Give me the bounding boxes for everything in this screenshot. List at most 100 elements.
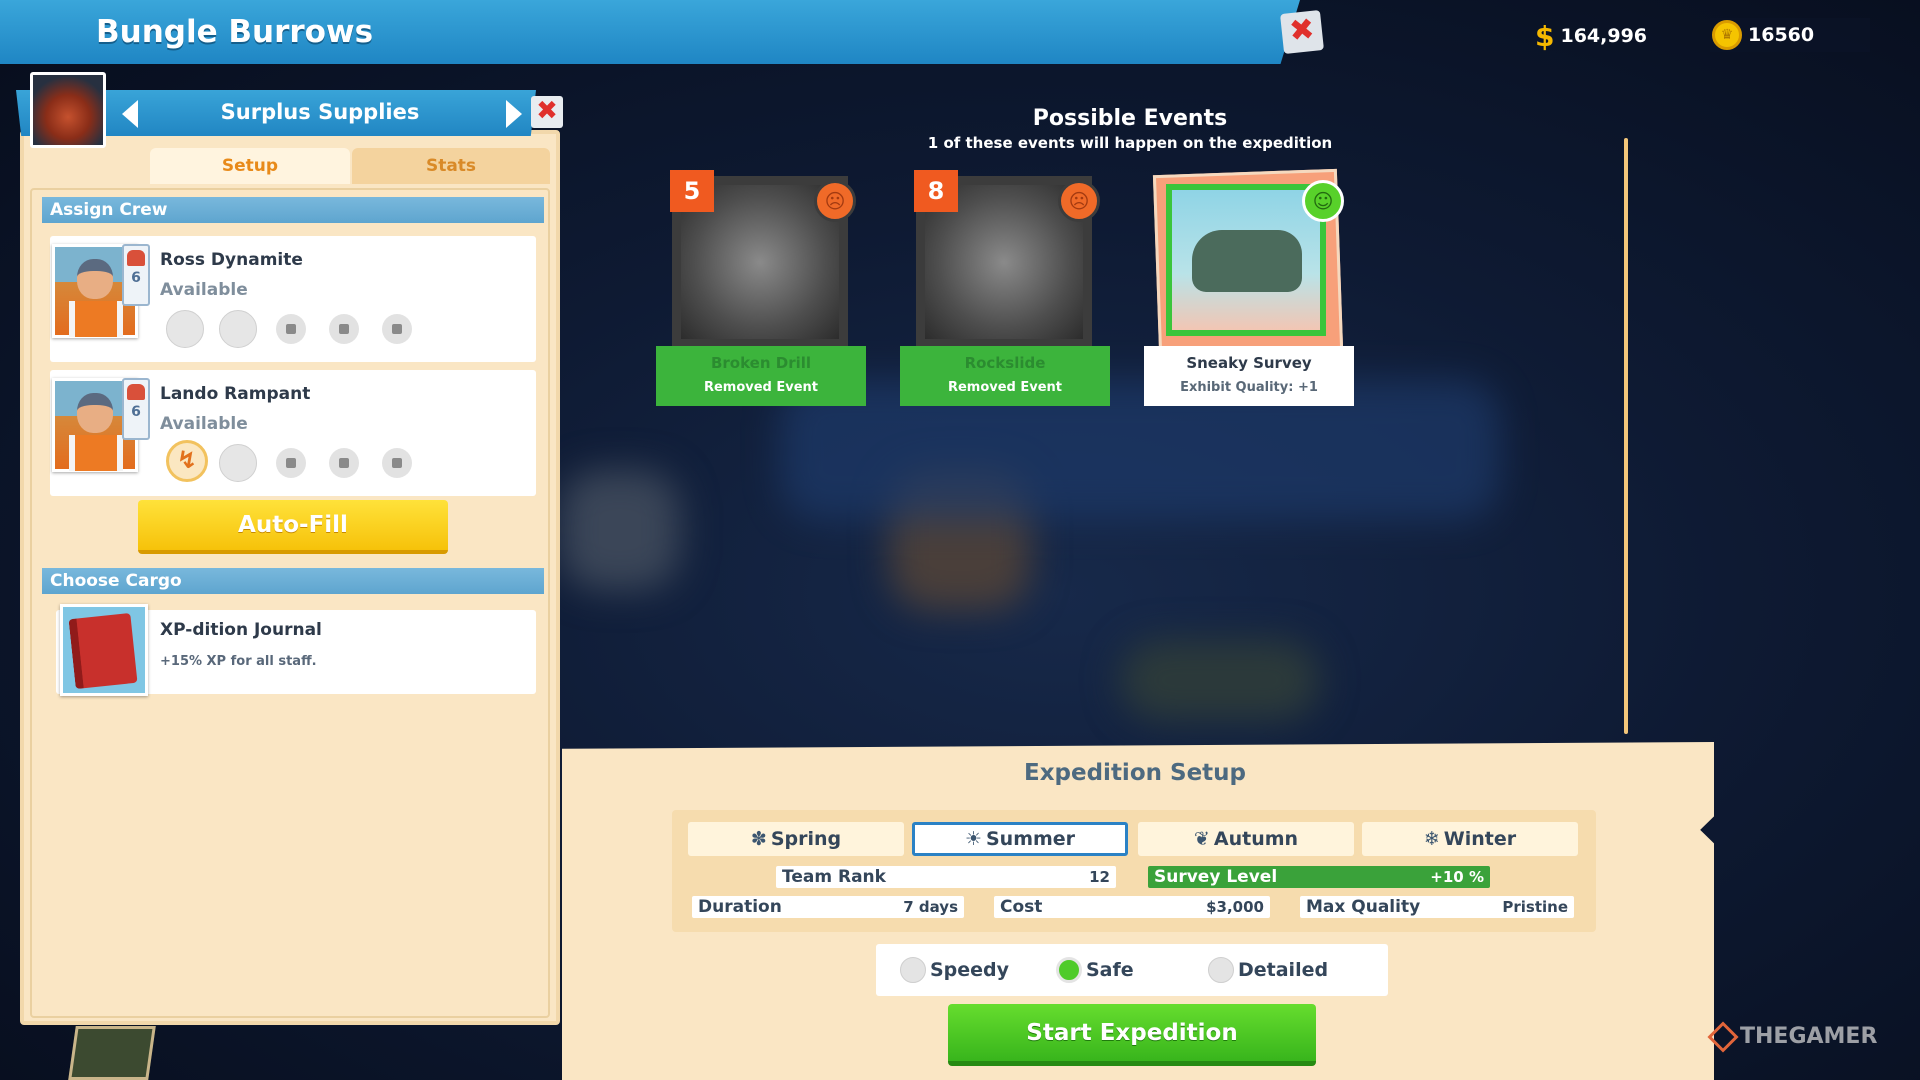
coin-icon: ♛ [1712,20,1742,50]
lock-icon [276,314,306,344]
rank-badge: 6 [122,378,150,440]
helicopter-icon [1192,230,1302,292]
duration-value: 7 days [903,898,958,916]
panel-close-icon[interactable]: ✖ [531,96,563,128]
season-label: Autumn [1213,828,1299,850]
event-effect: Removed Event [703,380,819,395]
watermark: THEGAMER [1707,1020,1878,1053]
mode-detailed[interactable]: Detailed [1208,954,1328,986]
crew-name: Lando Rampant [160,384,311,404]
lock-icon [382,448,412,478]
event-effect: Exhibit Quality: +1 [1180,380,1318,395]
max-quality-field: Max Quality Pristine [1300,896,1574,918]
location-title: Bungle Burrows [96,14,374,50]
event-label: Broken Drill Removed Event [656,346,866,406]
radio-button[interactable] [1056,957,1082,983]
radio-button[interactable] [1208,957,1234,983]
season-autumn[interactable]: ❦ Autumn [1138,822,1354,856]
skill-slot[interactable] [219,444,257,482]
season-spring[interactable]: ✽ Spring [688,822,904,856]
crew-name: Ross Dynamite [160,250,303,270]
auto-fill-button[interactable]: Auto-Fill [138,500,448,554]
season-label: Spring [770,828,842,850]
event-name: Rockslide [964,354,1046,372]
leaf-icon: ❦ [1193,828,1210,850]
rank-value: 6 [131,270,141,286]
radio-button[interactable] [900,957,926,983]
event-number: 5 [670,170,714,212]
expedition-name: Surplus Supplies [220,100,420,124]
close-icon[interactable]: ✖ [1280,10,1324,54]
season-winter[interactable]: ❄ Winter [1362,822,1578,856]
angry-face-icon: ☹ [1058,180,1100,222]
background-blob [560,470,680,590]
event-number: 8 [914,170,958,212]
mode-label: Speedy [930,959,1010,981]
event-label: Rockslide Removed Event [900,346,1110,406]
lock-icon [329,314,359,344]
map-card-thumbnail[interactable] [68,1026,156,1080]
survey-level-value: +10 % [1430,868,1484,886]
mode-label: Safe [1086,959,1134,981]
hard-hat-icon [127,384,145,400]
events-scrollbar[interactable] [1624,138,1628,734]
start-expedition-button[interactable]: Start Expedition [948,1004,1316,1066]
survey-level-field: Survey Level +10 % [1148,866,1490,888]
skill-icon[interactable]: ↯ [166,440,208,482]
coins-value: 16560 [1748,24,1815,46]
event-name: Broken Drill [710,354,812,372]
choose-cargo-header: Choose Cargo [42,568,544,594]
money-value: 164,996 [1560,25,1648,47]
coins-display: ♛ 16560 [1710,18,1870,52]
team-rank-field: Team Rank 12 [776,866,1116,888]
assign-crew-header: Assign Crew [42,197,544,223]
spring-icon: ✽ [750,828,767,850]
sun-icon: ☀ [964,828,982,850]
next-arrow-icon[interactable] [506,100,522,128]
lock-icon [382,314,412,344]
crew-status: Available [160,280,248,300]
thegamer-logo-icon [1707,1020,1739,1053]
max-quality-value: Pristine [1502,898,1568,916]
mode-safe[interactable]: Safe [1056,954,1134,986]
lock-icon [276,448,306,478]
tab-stats[interactable]: Stats [352,148,550,184]
cost-field: Cost $3,000 [994,896,1270,918]
team-rank-label: Team Rank [782,867,886,887]
cargo-name: XP-dition Journal [160,620,322,640]
cost-value: $3,000 [1206,898,1264,916]
skill-slot[interactable] [166,310,204,348]
rank-value: 6 [131,404,141,420]
dollar-icon: $ [1535,19,1555,53]
survey-level-label: Survey Level [1154,867,1278,887]
event-card[interactable]: ☺ Sneaky Survey Exhibit Quality: +1 [1144,140,1354,406]
expedition-thumbnail [30,72,106,148]
event-name: Sneaky Survey [1186,354,1312,372]
team-rank-value: 12 [1089,868,1110,886]
book-icon [68,612,138,690]
cargo-description: +15% XP for all staff. [160,654,317,669]
tab-setup[interactable]: Setup [150,148,350,184]
duration-field: Duration 7 days [692,896,964,918]
crew-status: Available [160,414,248,434]
lock-icon [329,448,359,478]
duration-label: Duration [698,897,782,917]
background-blob [780,380,1500,520]
cost-label: Cost [1000,897,1043,917]
snowflake-icon: ❄ [1423,828,1440,850]
background-blob [1120,640,1320,720]
watermark-text: THEGAMER [1740,1024,1878,1049]
mode-speedy[interactable]: Speedy [900,954,1009,986]
happy-face-icon: ☺ [1302,180,1344,222]
season-label: Summer [985,828,1076,850]
season-summer[interactable]: ☀ Summer [912,822,1128,856]
skill-slot[interactable] [219,310,257,348]
event-card[interactable]: 5 ☹ Broken Drill Removed Event [656,140,866,406]
event-effect: Removed Event [947,380,1063,395]
events-title: Possible Events [1032,106,1228,131]
mode-label: Detailed [1238,959,1329,981]
event-label: Sneaky Survey Exhibit Quality: +1 [1144,346,1354,406]
event-card[interactable]: 8 ☹ Rockslide Removed Event [900,140,1110,406]
hard-hat-icon [127,250,145,266]
setup-title: Expedition Setup [1023,760,1246,786]
